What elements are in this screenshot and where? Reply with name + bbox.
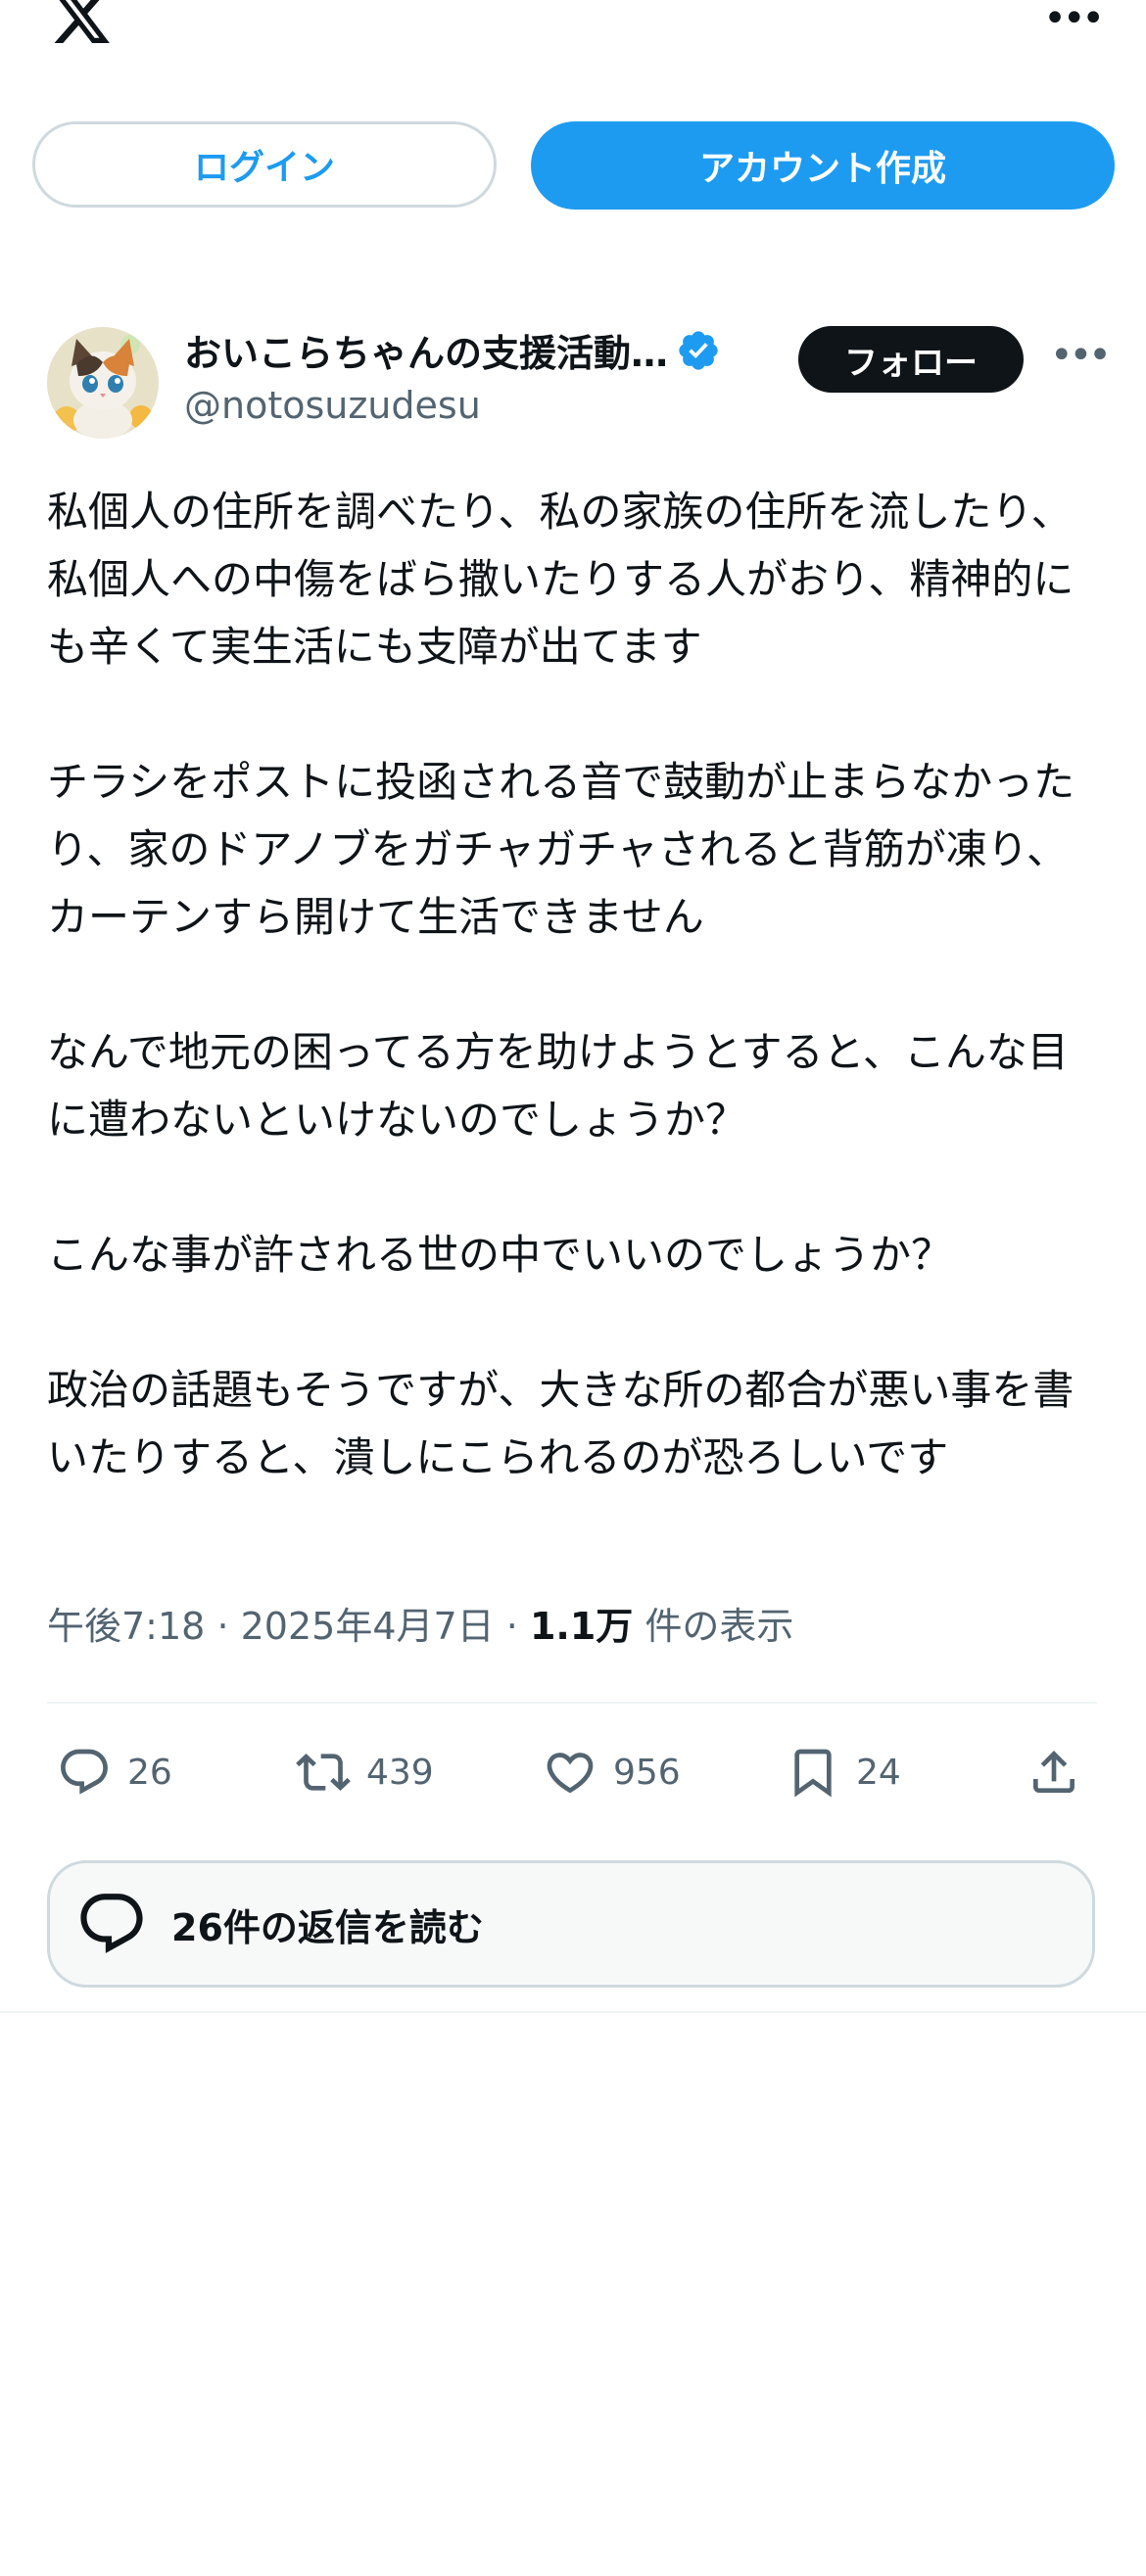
bookmark-button[interactable]: 24 [786,1733,901,1811]
share-button[interactable] [1027,1733,1097,1811]
login-button[interactable]: ログイン [32,121,497,208]
more-options-icon[interactable]: ••• [1043,0,1105,38]
replies-bubble-icon [80,1894,143,1953]
follow-button[interactable]: フォロー [798,326,1024,393]
share-icon [1033,1751,1074,1793]
view-count: 1.1万 [529,1605,634,1648]
action-bar: 26 439 956 24 [47,1733,1097,1811]
create-account-button[interactable]: アカウント作成 [531,121,1115,210]
top-bar: ••• [0,0,1146,78]
read-replies-label: 26件の返信を読む [171,1905,484,1949]
post-date[interactable]: 2025年4月7日 [241,1605,495,1648]
reply-icon [61,1749,108,1795]
post-paragraph: なんで地元の困ってる方を助けようとすると、こんな目に遭わないといけないのでしょう… [47,1028,1069,1144]
author-name-row: おいこらちゃんの支援活動… [184,323,721,377]
heart-icon [547,1753,594,1794]
meta-separator: · [505,1605,518,1648]
post-paragraph: チラシをポストに投函される音で鼓動が止まらなかったり、家のドアノブをガチャガチャ… [47,758,1075,941]
bookmark-count: 24 [856,1752,901,1793]
verified-badge-icon [679,330,718,370]
repost-button[interactable]: 439 [296,1733,434,1811]
meta-separator: · [216,1605,229,1648]
view-label: 件の表示 [645,1605,794,1648]
author-handle[interactable]: @notosuzudesu [184,384,481,427]
reply-button[interactable]: 26 [57,1733,172,1811]
reply-count: 26 [127,1752,172,1793]
bookmark-icon [794,1749,832,1798]
divider [0,2011,1146,2013]
cat-avatar-image [47,327,159,439]
post-paragraph: こんな事が許される世の中でいいのでしょうか？ [47,1231,953,1279]
repost-icon [296,1754,351,1791]
post-meta: 午後7:18 · 2025年4月7日 · 1.1万 件の表示 [47,1596,793,1650]
avatar[interactable] [47,327,159,439]
x-logo-icon[interactable] [47,0,116,49]
post-paragraph: 私個人の住所を調べたり、私の家族の住所を流したり、私個人への中傷をばら撒いたりす… [47,488,1074,671]
read-replies-button[interactable]: 26件の返信を読む [47,1860,1095,1988]
repost-count: 439 [366,1752,434,1793]
like-count: 956 [613,1752,681,1793]
post-time[interactable]: 午後7:18 [47,1605,205,1648]
author-name[interactable]: おいこらちゃんの支援活動… [184,323,668,377]
like-button[interactable]: 956 [543,1733,681,1811]
post-text: 私個人の住所を調べたり、私の家族の住所を流したり、私個人への中傷をばら撒いたりす… [47,478,1105,1491]
divider [47,1702,1097,1704]
post-more-icon[interactable]: ••• [1050,333,1112,378]
post-paragraph: 政治の話題もそうですが、大きな所の都合が悪い事を書いたりすると、潰しにこられるの… [47,1366,1074,1481]
